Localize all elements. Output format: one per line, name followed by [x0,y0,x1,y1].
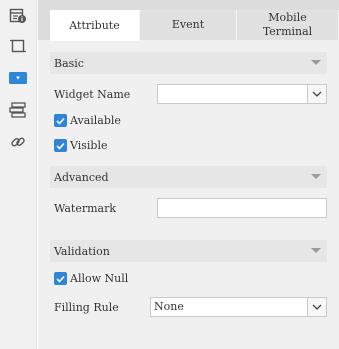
section-advanced-header[interactable]: Advanced [50,166,327,188]
available-checkbox[interactable]: Available [54,114,121,127]
widget-name-label: Widget Name [54,88,131,101]
tab-bar: Attribute Event Mobile Terminal [38,0,339,41]
available-label: Available [70,114,121,127]
filling-rule-label: Filling Rule [54,301,119,314]
allow-null-label: Allow Null [70,272,129,285]
link-icon[interactable] [7,131,29,153]
widget-settings-icon[interactable] [7,5,29,27]
chevron-down-icon[interactable] [307,297,327,317]
visible-checkbox[interactable]: Visible [54,139,108,152]
section-basic-header[interactable]: Basic [50,52,327,74]
section-validation-title: Validation [54,244,110,258]
chevron-down-icon[interactable] [307,84,327,104]
icon-rail [0,0,37,349]
dropdown-widget-icon[interactable] [7,67,29,89]
section-advanced-title: Advanced [54,170,109,184]
tab-event[interactable]: Event [140,10,237,40]
section-validation-header[interactable]: Validation [50,240,327,262]
list-layout-icon[interactable] [7,99,29,121]
watermark-input[interactable] [157,198,327,218]
tab-mobile-terminal[interactable]: Mobile Terminal [237,10,339,40]
filling-rule-select[interactable]: None [150,297,327,317]
tab-attribute[interactable]: Attribute [50,10,140,41]
collapse-caret-icon[interactable] [311,248,321,253]
frame-icon[interactable] [7,35,29,57]
visible-label: Visible [70,139,108,152]
collapse-caret-icon[interactable] [311,174,321,179]
checkmark-icon [54,139,67,152]
section-basic-title: Basic [54,56,84,70]
checkmark-icon [54,114,67,127]
checkmark-icon [54,272,67,285]
filling-rule-value: None [154,300,184,313]
widget-name-select[interactable] [157,84,327,104]
properties-panel: Attribute Event Mobile Terminal Basic Wi… [38,0,339,349]
collapse-caret-icon[interactable] [311,60,321,65]
allow-null-checkbox[interactable]: Allow Null [54,272,128,285]
watermark-label: Watermark [54,202,117,215]
